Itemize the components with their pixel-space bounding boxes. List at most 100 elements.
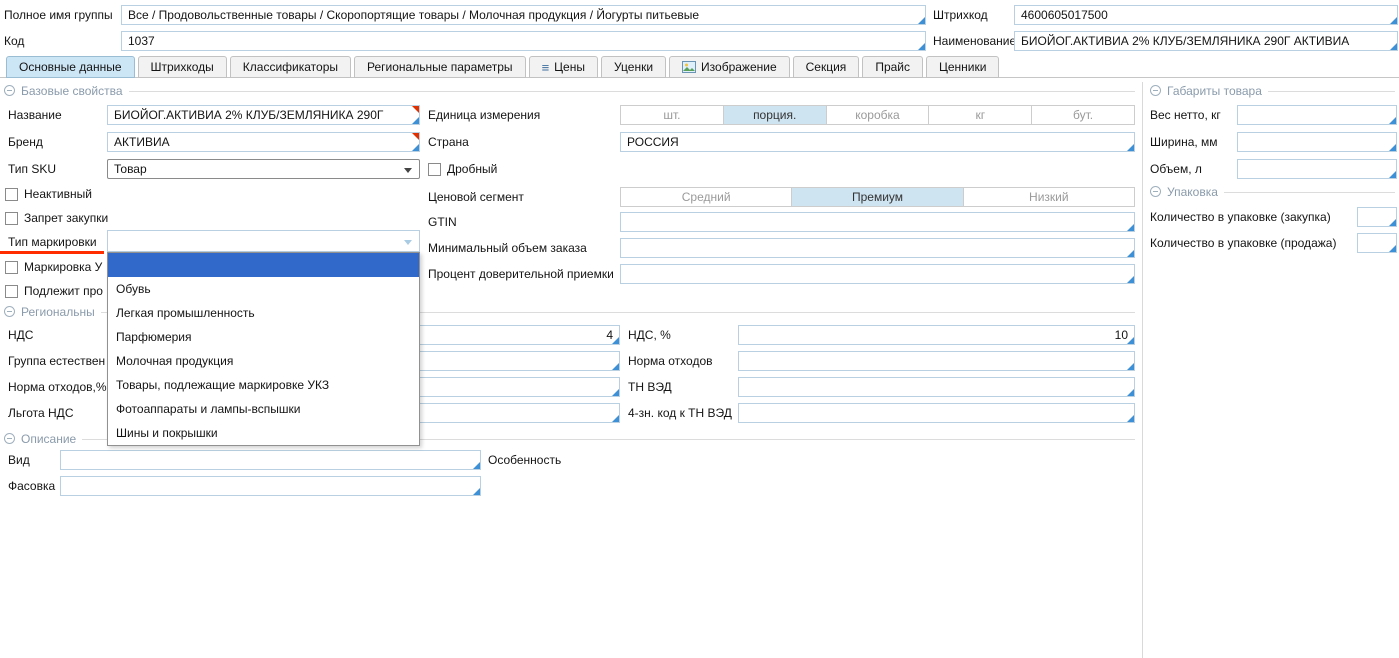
code-label: Код xyxy=(4,31,24,51)
tab-markdowns[interactable]: Уценки xyxy=(601,56,666,78)
dropdown-item-light-industry[interactable]: Легкая промышленность xyxy=(108,301,419,325)
sku-type-value: Товар xyxy=(114,162,147,176)
collapse-icon[interactable] xyxy=(4,433,15,444)
tab-classifiers[interactable]: Классификаторы xyxy=(230,56,351,78)
tab-label: Цены xyxy=(554,60,585,74)
product-name-field[interactable]: БИОЙОГ.АКТИВИА 2% КЛУБ/ЗЕМЛЯНИКА 290Г АК… xyxy=(1014,31,1398,51)
tab-label: Уценки xyxy=(614,60,653,74)
dropdown-item-cameras-flashes[interactable]: Фотоаппараты и лампы-вспышки xyxy=(108,397,419,421)
dropdown-item-tires[interactable]: Шины и покрышки xyxy=(108,421,419,445)
tab-image[interactable]: Изображение xyxy=(669,56,790,78)
tab-pricetags[interactable]: Ценники xyxy=(926,56,999,78)
price-segment-medium[interactable]: Средний xyxy=(620,187,792,207)
tab-label: Прайс xyxy=(875,60,910,74)
full-group-name-field[interactable]: Все / Продовольственные товары / Скоропо… xyxy=(121,5,926,25)
waste-rate-field[interactable] xyxy=(738,351,1135,371)
checkbox-label: Дробный xyxy=(447,162,497,176)
checkbox-box[interactable] xyxy=(5,285,18,298)
dropdown-item-dairy[interactable]: Молочная продукция xyxy=(108,349,419,373)
checkbox-box[interactable] xyxy=(5,212,18,225)
marking-checkbox[interactable]: Маркировка У xyxy=(5,259,102,275)
checkbox-box[interactable] xyxy=(428,163,441,176)
brand-field[interactable]: АКТИВИА xyxy=(107,132,420,152)
product-title-field[interactable]: БИОЙОГ.АКТИВИА 2% КЛУБ/ЗЕМЛЯНИКА 290Г xyxy=(107,105,420,125)
chevron-down-icon xyxy=(404,240,412,245)
brand-label: Бренд xyxy=(8,132,43,152)
vat-percent-field[interactable]: 10 xyxy=(738,325,1135,345)
gtin-field[interactable] xyxy=(620,212,1135,232)
tab-label: Классификаторы xyxy=(243,60,338,74)
feature-label: Особенность xyxy=(488,450,561,470)
inactive-checkbox[interactable]: Неактивный xyxy=(5,186,92,202)
min-order-field[interactable] xyxy=(620,238,1135,258)
volume-field[interactable] xyxy=(1237,159,1397,179)
unit-label: Единица измерения xyxy=(428,105,540,125)
price-segment-low[interactable]: Низкий xyxy=(963,187,1135,207)
tab-prices[interactable]: ≡ Цены xyxy=(529,56,598,78)
dropdown-item-perfumery[interactable]: Парфюмерия xyxy=(108,325,419,349)
checkbox-label: Маркировка У xyxy=(24,260,102,274)
net-weight-field[interactable] xyxy=(1237,105,1397,125)
dropdown-item-ukz-marking[interactable]: Товары, подлежащие маркировке УКЗ xyxy=(108,373,419,397)
group-title: Региональны xyxy=(21,305,95,319)
collapse-icon[interactable] xyxy=(1150,186,1161,197)
vat-percent-label: НДС, % xyxy=(628,325,671,345)
vat-relief-label: Льгота НДС xyxy=(8,403,73,423)
tnved4-field[interactable] xyxy=(738,403,1135,423)
tab-label: Региональные параметры xyxy=(367,60,513,74)
unit-option-box[interactable]: коробка xyxy=(826,105,930,125)
price-segment-premium[interactable]: Премиум xyxy=(791,187,963,207)
collapse-icon[interactable] xyxy=(4,85,15,96)
country-field[interactable]: РОССИЯ xyxy=(620,132,1135,152)
marking-type-combo[interactable] xyxy=(107,230,420,252)
image-icon xyxy=(682,61,696,73)
checkbox-box[interactable] xyxy=(5,188,18,201)
checkbox-label: Подлежит про xyxy=(24,284,103,298)
width-field[interactable] xyxy=(1237,132,1397,152)
tab-label: Штрихкоды xyxy=(151,60,214,74)
tab-label: Изображение xyxy=(701,60,777,74)
marking-type-label: Тип маркировки xyxy=(8,232,97,252)
red-annotation-underline xyxy=(0,251,104,254)
qty-sale-field[interactable] xyxy=(1357,233,1397,253)
unit-option-portion[interactable]: порция. xyxy=(723,105,827,125)
unit-option-piece[interactable]: шт. xyxy=(620,105,724,125)
packing-label: Фасовка xyxy=(8,476,55,496)
product-title-label: Название xyxy=(8,105,62,125)
sku-type-select[interactable]: Товар xyxy=(107,159,420,179)
qty-purchase-field[interactable] xyxy=(1357,207,1397,227)
code-field[interactable]: 1037 xyxy=(121,31,926,51)
min-order-label: Минимальный объем заказа xyxy=(428,238,587,258)
dropdown-item-empty[interactable] xyxy=(108,253,419,277)
tab-label: Основные данные xyxy=(19,60,122,74)
trust-acceptance-field[interactable] xyxy=(620,264,1135,284)
group-packaging: Упаковка xyxy=(1150,185,1395,198)
purchase-ban-checkbox[interactable]: Запрет закупки xyxy=(5,210,108,226)
traceability-checkbox[interactable]: Подлежит про xyxy=(5,283,103,299)
unit-option-bottle[interactable]: бут. xyxy=(1031,105,1135,125)
tab-pricelist[interactable]: Прайс xyxy=(862,56,923,78)
barcode-field[interactable]: 4600605017500 xyxy=(1014,5,1398,25)
packing-field[interactable] xyxy=(60,476,481,496)
tnved-field[interactable] xyxy=(738,377,1135,397)
kind-field[interactable] xyxy=(60,450,481,470)
trust-acceptance-label: Процент доверительной приемки xyxy=(428,264,614,284)
tab-main-data[interactable]: Основные данные xyxy=(6,56,135,78)
vat-label: НДС xyxy=(8,325,33,345)
checkbox-box[interactable] xyxy=(5,261,18,274)
dropdown-item-shoes[interactable]: Обувь xyxy=(108,277,419,301)
unit-option-kg[interactable]: кг xyxy=(928,105,1032,125)
volume-label: Объем, л xyxy=(1150,159,1202,179)
qty-sale-label: Количество в упаковке (продажа) xyxy=(1150,233,1336,253)
fractional-checkbox[interactable]: Дробный xyxy=(428,161,497,177)
vertical-divider xyxy=(1142,82,1143,658)
net-weight-label: Вес нетто, кг xyxy=(1150,105,1221,125)
sku-type-label: Тип SKU xyxy=(8,159,56,179)
collapse-icon[interactable] xyxy=(4,306,15,317)
tab-regional-params[interactable]: Региональные параметры xyxy=(354,56,526,78)
collapse-icon[interactable] xyxy=(1150,85,1161,96)
tab-barcodes[interactable]: Штрихкоды xyxy=(138,56,227,78)
tab-section[interactable]: Секция xyxy=(793,56,860,78)
price-segment-label: Ценовой сегмент xyxy=(428,187,524,207)
width-label: Ширина, мм xyxy=(1150,132,1218,152)
